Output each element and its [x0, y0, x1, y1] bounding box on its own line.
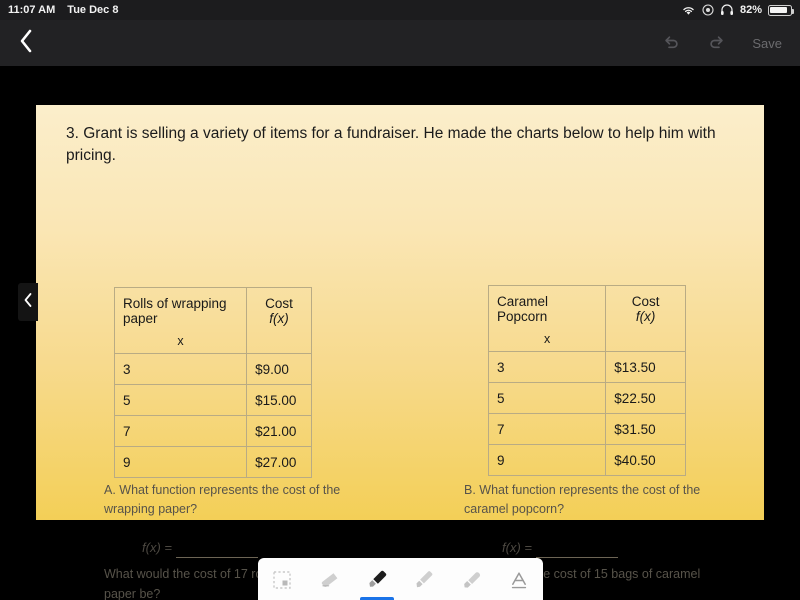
header-item-variable: x [177, 334, 184, 348]
header-cost-function: f(x) [269, 311, 289, 326]
app-root: 11:07 AM Tue Dec 8 82% Save 3. Grant is … [0, 0, 800, 600]
cell-cost: $21.00 [246, 415, 312, 447]
answer-line-fx[interactable]: f(x) = [502, 538, 714, 558]
answer-line-fx[interactable]: f(x) = [142, 538, 354, 558]
table-row: 5 $22.50 [487, 382, 686, 414]
cell-x: 3 [113, 353, 248, 385]
battery-icon [768, 4, 795, 16]
cell-x: 3 [487, 351, 607, 383]
headphones-icon [720, 4, 734, 16]
pencil-tool[interactable] [405, 565, 443, 600]
table-row: 3 $13.50 [487, 351, 686, 383]
fx-label: f(x) = [142, 539, 172, 555]
table-row: 7 $21.00 [113, 415, 312, 447]
answer-blank[interactable] [164, 591, 259, 600]
wifi-icon [681, 4, 696, 16]
battery-percent-label: 82% [739, 4, 762, 16]
table-row: 5 $15.00 [113, 384, 312, 416]
cell-cost: $15.00 [246, 384, 312, 416]
table-header-row: Rolls of wrapping paper x Cost f(x) [113, 287, 312, 354]
previous-page-tab[interactable] [18, 283, 38, 321]
page-title: 3. Grant is selling a variety of items f… [66, 125, 716, 165]
question-prompt: B. What function represents the cost of … [464, 483, 701, 517]
table-caramel-popcorn: Caramel Popcorn x Cost f(x) 3 $13.50 5 $… [487, 285, 686, 476]
cell-cost: $13.50 [605, 351, 686, 383]
redo-icon[interactable] [707, 31, 726, 55]
pencil-icon [412, 568, 436, 597]
text-tool[interactable] [500, 565, 538, 600]
undo-icon[interactable] [662, 31, 681, 55]
back-chevron-icon[interactable] [18, 28, 34, 59]
highlighter-tool[interactable] [453, 565, 491, 600]
answer-blank[interactable] [535, 545, 618, 558]
cell-x: 7 [487, 413, 607, 445]
header-item-label: Rolls of wrapping paper [123, 296, 227, 326]
dashed-square-icon [272, 570, 292, 595]
toolbar-actions: Save [662, 31, 782, 55]
header-cost-function: f(x) [635, 309, 656, 324]
table-row: 9 $27.00 [113, 446, 312, 478]
save-button[interactable]: Save [752, 36, 782, 51]
table-header-row: Caramel Popcorn x Cost f(x) [487, 285, 686, 352]
header-item-label: Caramel Popcorn [497, 294, 549, 324]
table-wrapping-paper: Rolls of wrapping paper x Cost f(x) 3 $9… [113, 287, 312, 478]
cell-cost: $9.00 [246, 353, 312, 385]
status-bar-left: 11:07 AM Tue Dec 8 [8, 4, 118, 16]
status-bar: 11:07 AM Tue Dec 8 82% [0, 0, 800, 20]
top-toolbar: Save [0, 20, 800, 66]
fx-label: f(x) = [502, 539, 532, 555]
table-row: 9 $40.50 [487, 444, 686, 476]
selection-tool[interactable] [263, 565, 301, 600]
header-cell-item: Rolls of wrapping paper x [113, 287, 248, 354]
answer-blank[interactable] [537, 591, 632, 600]
cell-x: 7 [113, 415, 248, 447]
tool-dock [258, 558, 543, 600]
header-cell-item: Caramel Popcorn x [487, 285, 607, 352]
do-not-disturb-icon [702, 4, 714, 16]
status-bar-right: 82% [681, 4, 795, 16]
header-cell-cost: Cost f(x) [605, 285, 686, 352]
table-row: 3 $9.00 [113, 353, 312, 385]
status-time: 11:07 AM [8, 4, 56, 16]
pen-tool[interactable] [358, 565, 396, 600]
header-item-variable: x [544, 332, 551, 346]
question-prompt: A. What function represents the cost of … [104, 483, 341, 517]
left-chevron-icon [23, 292, 33, 313]
cell-cost: $40.50 [605, 444, 686, 476]
worksheet-page[interactable]: 3. Grant is selling a variety of items f… [36, 105, 764, 600]
header-cell-cost: Cost f(x) [246, 287, 312, 354]
cell-x: 9 [113, 446, 248, 478]
cell-x: 5 [113, 384, 248, 416]
cell-x: 9 [487, 444, 607, 476]
table-row: 7 $31.50 [487, 413, 686, 445]
header-cost-label: Cost [265, 296, 293, 311]
cell-x: 5 [487, 382, 607, 414]
battery-fill [770, 6, 788, 14]
answer-blank[interactable] [175, 545, 258, 558]
eraser-tool[interactable] [310, 565, 348, 600]
status-date: Tue Dec 8 [67, 4, 119, 16]
question-part-b: B. What function represents the cost of … [464, 481, 714, 558]
cell-cost: $27.00 [246, 446, 312, 478]
highlighter-icon [460, 568, 484, 597]
cell-cost: $31.50 [605, 413, 686, 445]
pen-icon [365, 568, 389, 597]
eraser-icon [317, 568, 341, 597]
text-a-icon [508, 569, 530, 596]
header-cost-label: Cost [631, 294, 660, 309]
question-part-a: A. What function represents the cost of … [104, 481, 354, 558]
cell-cost: $22.50 [605, 382, 686, 414]
